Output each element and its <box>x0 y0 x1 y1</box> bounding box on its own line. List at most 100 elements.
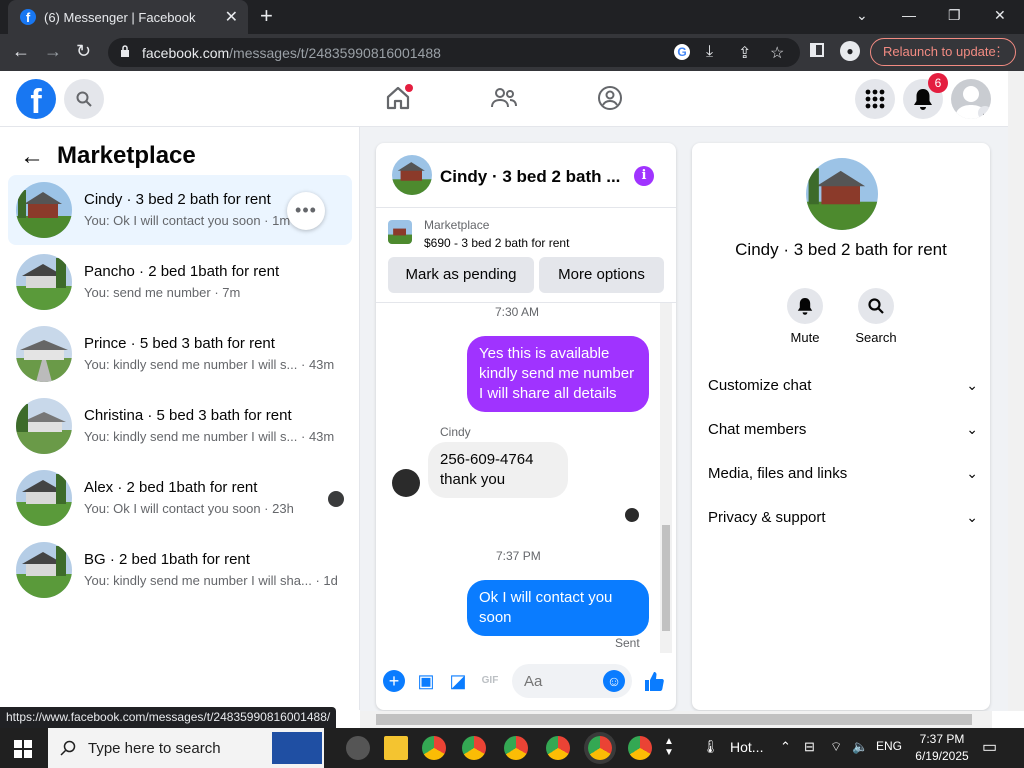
scroll-thumb[interactable] <box>376 714 972 725</box>
chat-title: Cindy · 3 bed 2 bath ... <box>440 167 621 186</box>
search-button[interactable] <box>64 79 104 119</box>
reload-icon[interactable]: ↻ <box>76 42 91 60</box>
windows-start-icon[interactable] <box>14 740 32 758</box>
page-horizontal-scrollbar[interactable] <box>360 711 992 728</box>
privacy-support-section[interactable]: Privacy & support ⌄ <box>708 509 978 533</box>
side-panel-icon[interactable] <box>810 43 824 57</box>
install-icon[interactable]: ⤓ <box>706 43 713 61</box>
home-nav-button[interactable] <box>384 84 413 113</box>
app-icon[interactable] <box>346 736 370 760</box>
conversation-item[interactable]: Pancho · 2 bed 1bath for rent You: send … <box>8 247 352 317</box>
wifi-icon[interactable]: ⌔ <box>830 739 842 755</box>
media-files-links-section[interactable]: Media, files and links ⌄ <box>708 465 978 489</box>
incoming-message[interactable]: 256-609-4764 thank you <box>428 442 568 498</box>
close-window-icon[interactable]: ✕ <box>994 7 1006 24</box>
chrome-active-icon[interactable] <box>588 736 612 760</box>
google-lens-icon[interactable]: G <box>674 44 690 60</box>
tab-search-icon[interactable]: ⌄ <box>856 7 868 24</box>
conversation-item[interactable]: Prince · 5 bed 3 bath for rent You: kind… <box>8 319 352 389</box>
menu-dots-icon: ⋮ <box>992 44 1005 59</box>
back-arrow-icon[interactable]: ← <box>20 143 44 171</box>
windows-taskbar: Type here to search ▲ ▼ 🌡 Hot... ⌃ ⊟ ⌔ 🔈 … <box>0 728 1024 768</box>
mark-pending-button[interactable]: Mark as pending <box>388 257 534 293</box>
scroll-thumb[interactable] <box>662 525 670 631</box>
menu-grid-icon <box>865 89 885 109</box>
conversation-item[interactable]: Christina · 5 bed 3 bath for rent You: k… <box>8 391 352 461</box>
plus-icon[interactable]: + <box>383 670 405 692</box>
notification-center-icon[interactable]: ▭ <box>982 737 997 757</box>
browser-tab-bar: f (6) Messenger | Facebook ✕ + ⌄ — ❐ ✕ <box>0 0 1024 34</box>
system-clock[interactable]: 7:37 PM 6/19/2025 <box>912 731 972 765</box>
mute-button[interactable]: Mute <box>775 288 835 345</box>
listing-thumbnail[interactable] <box>388 220 412 244</box>
chrome-icon[interactable] <box>628 736 652 760</box>
menu-button[interactable] <box>855 79 895 119</box>
chat-scrollbar[interactable] <box>660 303 672 653</box>
chevron-down-icon: ⌄ <box>978 106 991 119</box>
conversation-name: Cindy · 3 bed 2 bath for rent <box>84 191 271 208</box>
bookmark-star-icon[interactable]: ☆ <box>770 43 784 63</box>
minimize-icon[interactable]: — <box>902 7 916 23</box>
chrome-icon[interactable] <box>504 736 528 760</box>
listing-title[interactable]: $690 - 3 bed 2 bath for rent <box>424 236 569 250</box>
url-host: facebook.com <box>142 45 230 61</box>
search-conversation-button[interactable]: Search <box>846 288 906 345</box>
photo-icon[interactable]: ▣ <box>415 670 437 692</box>
back-icon[interactable]: ← <box>12 42 30 60</box>
facebook-favicon-icon: f <box>20 9 36 25</box>
new-tab-icon[interactable]: + <box>260 5 273 27</box>
message-thread: 7:30 AM Yes this is available kindly sen… <box>376 303 676 653</box>
close-tab-icon[interactable]: ✕ <box>225 7 238 27</box>
chat-header[interactable]: Cindy · 3 bed 2 bath ... i <box>376 143 676 208</box>
outgoing-message[interactable]: Ok I will contact you soon <box>467 580 649 636</box>
facebook-logo-icon[interactable]: f <box>16 79 56 119</box>
emoji-icon[interactable]: ☺ <box>603 670 625 692</box>
customize-chat-section[interactable]: Customize chat ⌄ <box>708 377 978 401</box>
groups-nav-button[interactable] <box>596 85 624 113</box>
avatar <box>16 470 72 526</box>
sender-avatar[interactable] <box>392 469 420 497</box>
conversation-preview: You: send me number · 7m <box>84 285 241 300</box>
sticker-icon[interactable]: ◪ <box>447 670 469 692</box>
chevron-down-icon: ⌄ <box>966 377 978 393</box>
chrome-icon[interactable] <box>546 736 570 760</box>
friends-nav-button[interactable] <box>490 85 518 113</box>
weather-text[interactable]: Hot... <box>730 739 763 755</box>
relaunch-button[interactable]: Relaunch to update ⋮ <box>870 38 1016 66</box>
avatar <box>16 398 72 454</box>
gif-icon[interactable]: GIF <box>479 670 501 692</box>
conversation-options-button[interactable]: ••• <box>287 192 325 230</box>
share-icon[interactable]: ⇪ <box>738 43 751 63</box>
thumbs-up-icon[interactable] <box>643 670 665 692</box>
conversation-item[interactable]: BG · 2 bed 1bath for rent You: kindly se… <box>8 535 352 605</box>
weather-icon[interactable]: 🌡 <box>702 739 719 755</box>
browser-tab[interactable]: f (6) Messenger | Facebook ✕ <box>8 0 248 34</box>
taskbar-search[interactable]: Type here to search <box>48 728 324 768</box>
chrome-icon[interactable] <box>462 736 486 760</box>
show-hidden-icons[interactable]: ⌃ <box>780 739 791 755</box>
chrome-icon[interactable] <box>422 736 446 760</box>
language-indicator[interactable]: ENG <box>876 739 902 753</box>
profile-icon[interactable]: ● <box>840 41 860 61</box>
page-vertical-scrollbar[interactable] <box>1008 71 1024 711</box>
account-avatar-button[interactable]: ⌄ <box>951 79 991 119</box>
lock-icon <box>121 45 129 57</box>
network-icon[interactable]: ⊟ <box>804 739 815 755</box>
chevron-down-icon: ⌄ <box>966 465 978 481</box>
chat-members-section[interactable]: Chat members ⌄ <box>708 421 978 445</box>
info-icon[interactable]: i <box>634 166 654 186</box>
more-options-button[interactable]: More options <box>539 257 664 293</box>
outgoing-message[interactable]: Yes this is available kindly send me num… <box>467 336 649 412</box>
bell-icon <box>914 89 932 110</box>
conversation-name: Prince · 5 bed 3 bath for rent <box>84 335 275 352</box>
restore-icon[interactable]: ❐ <box>948 7 961 24</box>
taskbar-scroll-icon[interactable]: ▲ ▼ <box>664 736 674 758</box>
conversation-item[interactable]: Alex · 2 bed 1bath for rent You: Ok I wi… <box>8 463 352 533</box>
file-explorer-icon[interactable] <box>384 736 408 760</box>
volume-icon[interactable]: 🔈 <box>852 739 868 755</box>
address-bar[interactable]: facebook.com/messages/t/2483599081600148… <box>108 38 800 67</box>
avatar[interactable] <box>806 158 878 230</box>
details-name: Cindy · 3 bed 2 bath for rent <box>735 240 947 259</box>
forward-icon[interactable]: → <box>44 42 62 60</box>
message-composer: + ▣ ◪ GIF ☺ <box>376 658 676 710</box>
